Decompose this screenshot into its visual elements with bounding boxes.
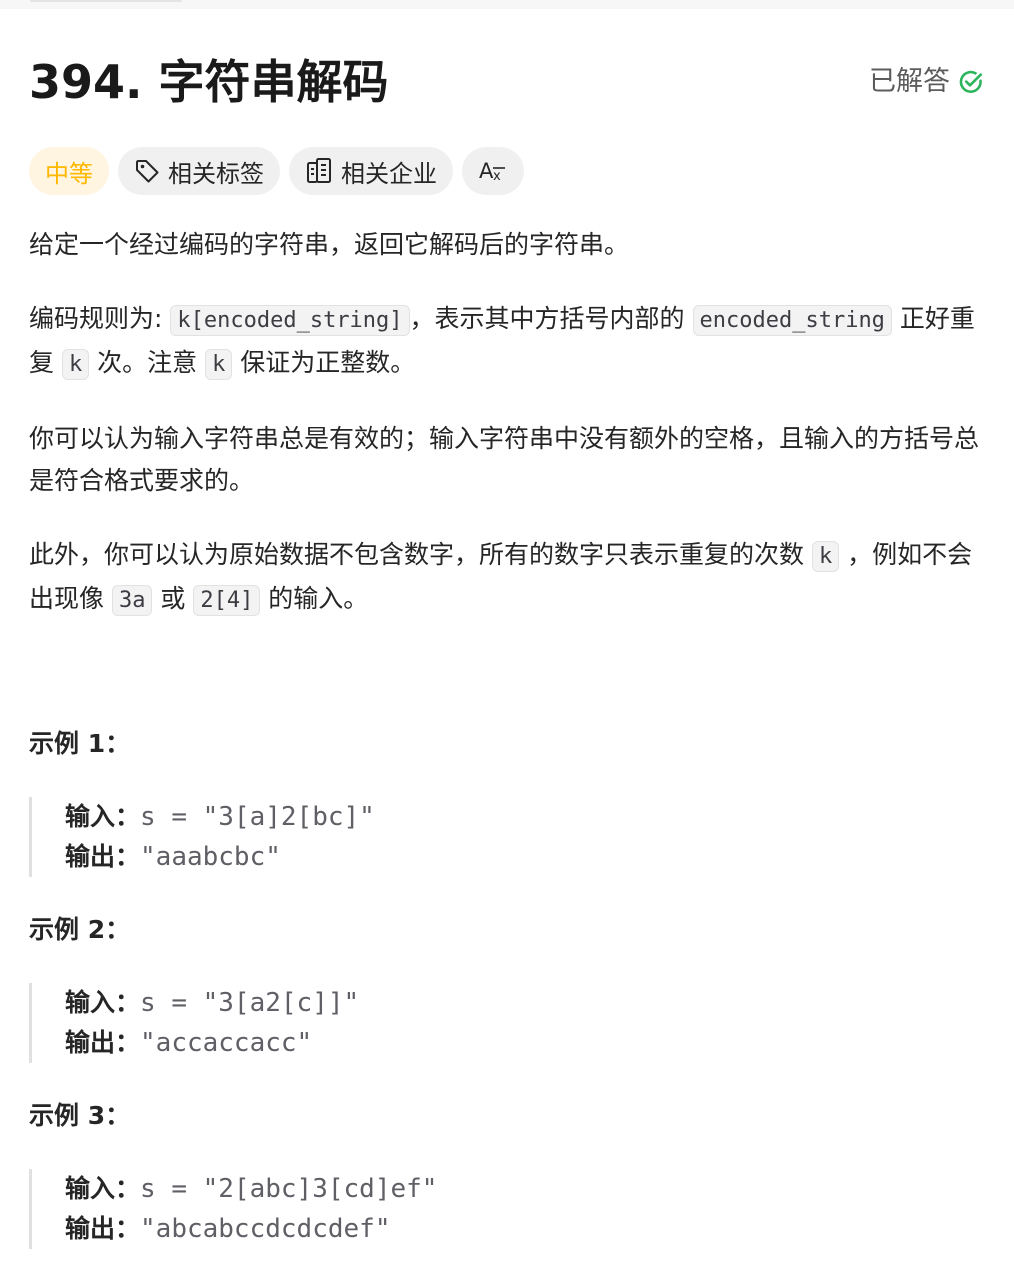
output-value: "abcabccdcdcdef" [140,1214,391,1244]
output-value: "accaccacc" [140,1028,313,1058]
example-2-block: 输入：s = "3[a2[c]]" 输出："accaccacc" [29,983,965,1063]
active-tab-indicator [30,0,182,2]
example-output-line: 输出："accaccacc" [65,1023,965,1063]
svg-text:A: A [479,159,494,183]
input-value: s = "3[a2[c]]" [140,988,360,1018]
check-circle-icon [958,69,984,95]
related-tags-button[interactable]: 相关标签 [118,147,280,195]
solved-label: 已解答 [869,66,950,97]
input-label: 输入： [65,988,141,1017]
inline-code: k[encoded_string] [170,305,410,336]
description-paragraph-3: 你可以认为输入字符串总是有效的；输入字符串中没有额外的空格，且输入的方括号总是符… [29,424,980,495]
building-icon [305,157,333,185]
related-companies-button[interactable]: 相关企业 [289,147,453,195]
top-tab-strip [0,0,1014,9]
text-span: 或 [152,584,194,613]
inline-code: k [61,349,90,380]
example-output-line: 输出："abcabccdcdcdef" [65,1209,965,1249]
example-input-line: 输入：s = "3[a]2[bc]" [65,797,965,837]
tag-icon [134,158,160,184]
inline-code: k [811,541,840,572]
example-title: 示例 2： [29,915,131,944]
text-span: 的输入。 [260,584,369,613]
related-tags-label: 相关标签 [168,159,264,188]
problem-title[interactable]: 394. 字符串解码 [29,52,389,112]
title-row: 394. 字符串解码 已解答 [29,52,984,112]
example-title: 示例 3： [29,1101,131,1130]
inline-code: 2[4] [193,585,261,616]
translate-button[interactable]: A x [462,147,524,195]
text-span: 次。注意 [89,348,206,377]
translate-icon: A x [478,158,508,184]
input-value: s = "2[abc]3[cd]ef" [140,1174,438,1204]
example-title: 示例 1： [29,729,131,758]
tag-bar: 中等 相关标签 相关企业 A x [29,147,524,195]
description-paragraph-4: 此外，你可以认为原始数据不包含数字，所有的数字只表示重复的次数 k ，例如不会出… [29,534,984,622]
text-span: 此外，你可以认为原始数据不包含数字，所有的数字只表示重复的次数 [29,540,812,569]
example-output-line: 输出："aaabcbc" [65,837,965,877]
example-3: 示例 3： [29,1101,984,1131]
text-span: ，表示其中方括号内部的 [409,304,693,333]
description-paragraph-2: 编码规则为: k[encoded_string] ，表示其中方括号内部的 enco… [29,298,984,386]
example-input-line: 输入：s = "3[a2[c]]" [65,983,965,1023]
example-1-block: 输入：s = "3[a]2[bc]" 输出："aaabcbc" [29,797,965,877]
difficulty-badge[interactable]: 中等 [29,147,109,195]
difficulty-label: 中等 [45,159,93,188]
output-label: 输出： [65,1028,141,1057]
output-value: "aaabcbc" [140,842,281,872]
text-span: 保证为正整数。 [232,348,416,377]
output-label: 输出： [65,1214,141,1243]
description-paragraph-1: 给定一个经过编码的字符串，返回它解码后的字符串。 [29,230,630,259]
inline-code: k [205,349,233,380]
problem-description: 给定一个经过编码的字符串，返回它解码后的字符串。 编码规则为: k[encode… [29,224,984,654]
example-input-line: 输入：s = "2[abc]3[cd]ef" [65,1169,965,1209]
input-value: s = "3[a]2[bc]" [140,802,375,832]
related-companies-label: 相关企业 [341,159,437,188]
output-label: 输出： [65,842,141,871]
text-span: 编码规则为: [29,304,171,333]
input-label: 输入： [65,1174,141,1203]
example-3-block: 输入：s = "2[abc]3[cd]ef" 输出："abcabccdcdcde… [29,1169,965,1249]
example-1: 示例 1： [29,729,984,759]
svg-text:x: x [493,169,501,184]
inline-code: 3a [111,585,153,616]
inline-code: encoded_string [692,305,892,336]
example-2: 示例 2： [29,915,984,945]
solved-status: 已解答 [869,66,984,98]
input-label: 输入： [65,802,141,831]
